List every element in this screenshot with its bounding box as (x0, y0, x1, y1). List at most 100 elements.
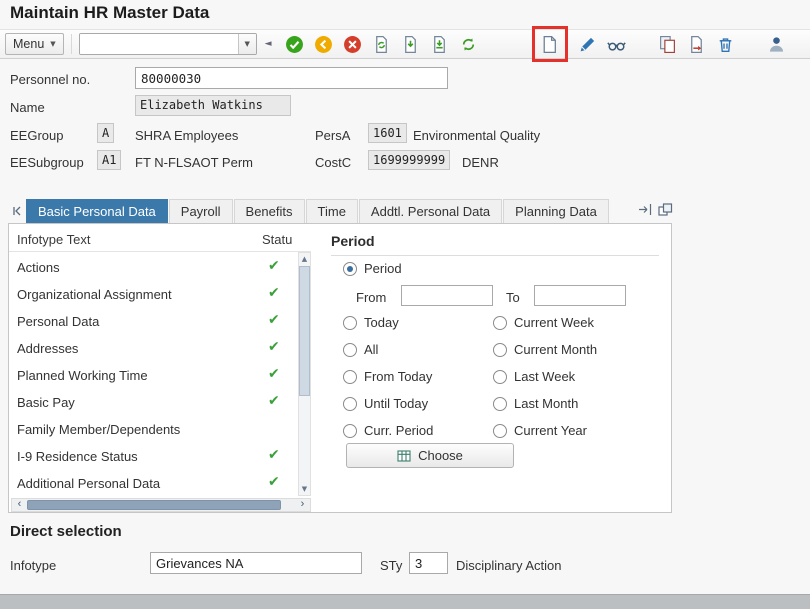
radio-current-month[interactable]: Current Month (493, 342, 597, 357)
horizontal-scroll-thumb[interactable] (27, 500, 281, 510)
tab-payroll[interactable]: Payroll (168, 199, 233, 223)
table-row-basic-pay[interactable]: Basic Pay ✔ (9, 389, 296, 416)
import-icon[interactable] (398, 31, 424, 57)
detach-window-glyph (658, 203, 673, 216)
period-to-input[interactable] (534, 285, 626, 306)
toolbar-separator (70, 34, 72, 54)
command-input[interactable] (79, 34, 238, 54)
change-icon[interactable] (575, 31, 601, 57)
copy-icon-glyph (660, 35, 676, 53)
period-from-input[interactable] (401, 285, 493, 306)
delimit-icon[interactable] (684, 31, 710, 57)
table-row-organizational-assignment[interactable]: Organizational Assignment ✔ (9, 281, 296, 308)
display-icon-glyph (607, 41, 626, 51)
dock-panel-icon[interactable] (638, 203, 653, 219)
menu-button-label: Menu (13, 37, 45, 51)
tab-benefits[interactable]: Benefits (233, 199, 305, 223)
chevron-down-icon: ▼ (244, 39, 250, 48)
direct-selection-heading: Direct selection (10, 523, 122, 540)
radio-all[interactable]: All (343, 342, 378, 357)
radio-curr-period[interactable]: Curr. Period (343, 423, 433, 438)
table-header-divider (9, 251, 311, 252)
collapse-toolbar-icon[interactable]: ◄ (265, 39, 272, 49)
table-horizontal-scrollbar[interactable]: ‹ › (11, 498, 311, 512)
scroll-down-icon[interactable]: ▼ (299, 485, 310, 493)
radio-button-icon (493, 423, 507, 438)
radio-last-month[interactable]: Last Month (493, 396, 578, 411)
choose-button-label: Choose (418, 448, 463, 463)
dock-panel-glyph (639, 204, 652, 215)
infotype-text: Additional Personal Data (17, 476, 161, 491)
radio-label: From Today (364, 369, 433, 384)
table-row-planned-working-time[interactable]: Planned Working Time ✔ (9, 362, 296, 389)
page-title: Maintain HR Master Data (10, 3, 210, 22)
tab-time[interactable]: Time (305, 199, 358, 223)
name-display-field: Elizabeth Watkins (135, 95, 291, 116)
menu-button[interactable]: Menu ▼ (5, 33, 64, 55)
table-row-additional-personal-data[interactable]: Additional Personal Data ✔ (9, 470, 296, 497)
radio-today[interactable]: Today (343, 315, 399, 330)
delete-icon[interactable] (713, 31, 739, 57)
personnel-no-label: Personnel no. (10, 72, 91, 87)
back-icon[interactable] (311, 31, 337, 57)
person-icon-glyph (770, 36, 784, 52)
tab-strip-controls (638, 203, 673, 219)
radio-from-today[interactable]: From Today (343, 369, 432, 384)
tab-basic-personal-data[interactable]: Basic Personal Data (26, 199, 168, 223)
copy-icon[interactable] (655, 31, 681, 57)
radio-last-week[interactable]: Last Week (493, 369, 575, 384)
table-row-addresses[interactable]: Addresses ✔ (9, 335, 296, 362)
infotype-text: Organizational Assignment (17, 287, 172, 302)
sty-label: STy (380, 558, 403, 573)
infotype-text: Basic Pay (17, 395, 75, 410)
infotype-text: I-9 Residence Status (17, 449, 138, 464)
print-icon[interactable] (369, 31, 395, 57)
radio-until-today[interactable]: Until Today (343, 396, 428, 411)
create-icon[interactable] (531, 26, 568, 62)
name-label: Name (10, 100, 45, 115)
tab-scroll-left-icon[interactable] (8, 199, 26, 223)
table-row-actions[interactable]: Actions ✔ (9, 254, 296, 281)
radio-current-year[interactable]: Current Year (493, 423, 587, 438)
status-check-icon: ✔ (268, 366, 280, 382)
eesubgroup-label: EESubgroup (10, 155, 84, 170)
eesubgroup-text: FT N-FLSAOT Perm (135, 155, 253, 170)
scroll-left-icon[interactable]: ‹ (13, 498, 26, 510)
enter-icon-glyph (286, 35, 304, 53)
status-check-icon: ✔ (268, 285, 280, 301)
eegroup-text: SHRA Employees (135, 128, 239, 143)
display-icon[interactable] (604, 31, 630, 57)
radio-button-icon (343, 369, 357, 384)
tab-planning-data[interactable]: Planning Data (503, 199, 609, 223)
table-row-family-member-dependents[interactable]: Family Member/Dependents (9, 416, 296, 443)
vertical-scroll-thumb[interactable] (299, 266, 310, 396)
persa-code-field: 1601 (368, 123, 407, 143)
radio-label: Curr. Period (364, 423, 434, 438)
infotype-input[interactable] (150, 552, 362, 574)
export-icon[interactable] (427, 31, 453, 57)
tab-addtl-personal-data[interactable]: Addtl. Personal Data (358, 199, 503, 223)
table-row-i9-residence-status[interactable]: I-9 Residence Status ✔ (9, 443, 296, 470)
radio-current-week[interactable]: Current Week (493, 315, 594, 330)
cancel-icon[interactable] (340, 31, 366, 57)
radio-button-icon (343, 423, 357, 438)
detach-window-icon[interactable] (658, 203, 673, 219)
radio-label: Period (364, 261, 402, 276)
table-row-personal-data[interactable]: Personal Data ✔ (9, 308, 296, 335)
table-vertical-scrollbar[interactable]: ▲ ▼ (298, 252, 311, 496)
status-check-icon: ✔ (268, 312, 280, 328)
command-dropdown-button[interactable]: ▼ (237, 34, 256, 54)
command-field[interactable]: ▼ (78, 33, 257, 55)
tab-scroll-left-glyph (13, 206, 21, 216)
sty-input[interactable] (409, 552, 448, 574)
radio-period[interactable]: Period (343, 261, 402, 276)
scroll-up-icon[interactable]: ▲ (299, 255, 310, 263)
person-icon[interactable] (764, 31, 790, 57)
personnel-no-input[interactable] (135, 67, 448, 89)
scroll-right-icon[interactable]: › (296, 498, 309, 510)
delete-icon-glyph (719, 37, 732, 52)
refresh-icon[interactable] (456, 31, 482, 57)
choose-button[interactable]: Choose (346, 443, 514, 468)
enter-icon[interactable] (282, 31, 308, 57)
tab-strip: Basic Personal Data Payroll Benefits Tim… (8, 199, 610, 223)
